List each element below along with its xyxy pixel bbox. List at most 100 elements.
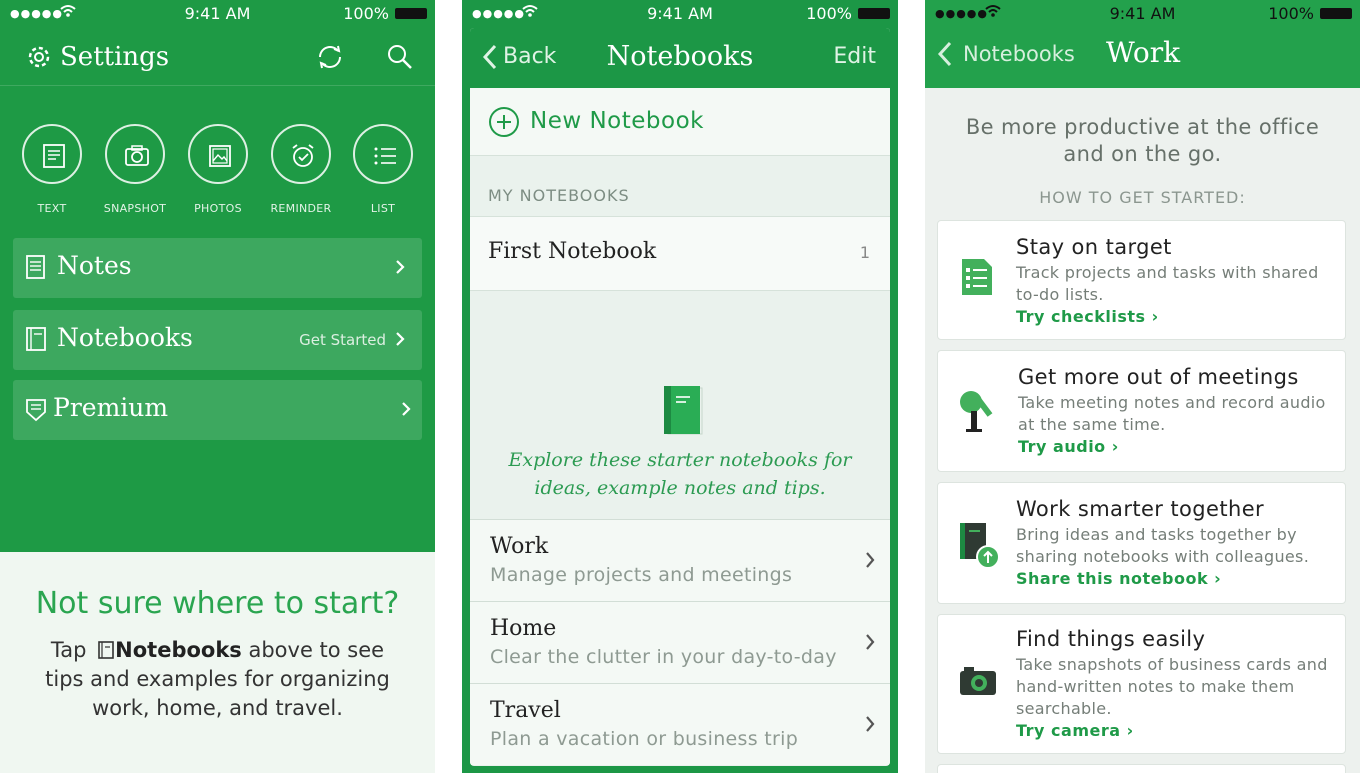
tip-card-partial [937,764,1346,773]
tip-card-audio: Get more out of meetings Take meeting no… [937,350,1346,472]
try-checklists-link[interactable]: Try checklists › [1016,307,1159,326]
quick-action-label: LIST [370,202,396,215]
camera-icon [105,124,165,184]
starter-notebook-work[interactable]: Work Manage projects and meetings [470,519,890,601]
starter-notebook-travel[interactable]: Travel Plan a vacation or business trip [470,683,890,765]
battery-percent: 100% [343,4,389,23]
tip-title: Get more out of meetings [1018,365,1299,389]
start-prompt: Not sure where to start? [35,586,400,621]
chevron-right-icon [396,332,405,346]
premium-icon [26,399,46,422]
menu-item-premium[interactable]: Premium [13,380,422,440]
chevron-right-icon [402,402,411,416]
note-icon [26,255,45,279]
quick-action-snapshot[interactable]: SNAPSHOT [104,124,166,215]
text-icon [22,124,82,184]
page-title: Work [1106,36,1181,69]
share-notebook-icon [960,523,1000,569]
starter-name: Work [490,534,549,559]
notebook-icon [26,327,46,351]
starter-desc: Clear the clutter in your day-to-day [490,646,837,668]
menu-label: Notebooks [57,323,193,352]
chevron-left-icon[interactable] [937,40,953,68]
section-header: HOW TO GET STARTED: [1039,188,1246,207]
quick-action-label: SNAPSHOT [103,202,167,215]
battery-icon [858,8,890,19]
menu-item-notebooks[interactable]: Notebooks Get Started [13,310,422,370]
quick-action-reminder[interactable]: REMINDER [270,124,332,215]
tip-desc: Take meeting notes and record audio at t… [1018,393,1326,434]
settings-title: Settings [60,42,170,72]
list-icon [353,124,413,184]
starter-name: Travel [490,698,561,723]
battery-percent: 100% [806,4,852,23]
get-started-label: Get Started [299,331,386,349]
notebook-icon [98,641,114,659]
new-notebook-label: New Notebook [530,108,704,134]
menu-item-notes[interactable]: Notes [13,238,422,298]
notebooks-screen: ●●●●● 9:41 AM 100% Back Notebooks Edit N… [462,0,898,773]
notebook-count: 1 [859,243,870,262]
notebooks-navbar: Back Notebooks Edit [470,28,890,88]
tip-desc: Take snapshots of business cards and han… [1016,655,1328,718]
intro-text: Be more productive at the office and on … [965,115,1320,166]
tip-card-share: Work smarter together Bring ideas and ta… [937,482,1346,604]
tip-title: Find things easily [1016,627,1206,651]
section-header: MY NOTEBOOKS [488,186,630,205]
notebooks-card: Back Notebooks Edit New Notebook MY NOTE… [470,28,890,766]
sync-icon[interactable] [316,43,344,71]
starter-desc: Plan a vacation or business trip [490,728,799,750]
chevron-right-icon [866,716,875,732]
quick-action-text[interactable]: TEXT [21,124,83,215]
work-screen: Notebooks Work ●●●●● 9:41 AM 100% Be mor… [925,0,1360,773]
edit-button[interactable]: Edit [833,44,876,69]
settings-topbar: Settings [0,30,435,86]
alarm-icon [271,124,331,184]
chevron-right-icon [866,552,875,568]
back-button[interactable]: Notebooks [963,42,1075,66]
gear-icon[interactable] [26,44,52,70]
explore-text: Explore these starter notebooks for idea… [508,449,852,499]
new-notebook-button[interactable]: New Notebook [470,88,890,156]
tip-desc: Bring ideas and tasks together by sharin… [1016,525,1310,566]
camera-icon [960,667,996,695]
notebook-name: First Notebook [488,239,657,264]
notebook-row[interactable]: First Notebook 1 [470,216,890,291]
notebook-icon [664,386,703,435]
search-icon[interactable] [386,43,414,71]
link-label: Share this notebook [1016,569,1209,588]
link-label: Try camera [1016,721,1121,740]
battery-icon [395,8,427,19]
share-notebook-link[interactable]: Share this notebook › [1016,569,1221,588]
link-label: Try audio [1018,437,1106,456]
add-circle-icon [489,107,519,137]
starter-desc: Manage projects and meetings [490,564,793,586]
microphone-icon [960,391,993,432]
page-title: Notebooks [606,41,754,72]
starter-notebook-home[interactable]: Home Clear the clutter in your day-to-da… [470,601,890,683]
status-bar: ●●●●● 9:41 AM 100% [925,0,1360,28]
tip-desc: Track projects and tasks with shared to-… [1016,263,1319,304]
settings-screen: ●●●●● 9:41 AM 100% Settings TEXT SNAPSHO… [0,0,435,773]
status-bar: ●●●●● 9:41 AM 100% [0,0,435,28]
quick-action-label: PHOTOS [194,202,242,215]
quick-action-label: TEXT [37,202,67,215]
quick-action-list[interactable]: LIST [352,124,414,215]
tip-title: Work smarter together [1016,497,1265,521]
start-tip: Tap Notebooks above to see tips and exam… [30,636,405,723]
tip-card-camera: Find things easily Take snapshots of bus… [937,614,1346,754]
tip-text: Tap [50,638,87,662]
try-camera-link[interactable]: Try camera › [1016,721,1134,740]
tip-card-checklists: Stay on target Track projects and tasks … [937,220,1346,340]
chevron-right-icon [396,260,405,274]
checklist-icon [962,259,992,295]
link-label: Try checklists [1016,307,1146,326]
try-audio-link[interactable]: Try audio › [1018,437,1119,456]
tip-title: Stay on target [1016,235,1172,259]
chevron-right-icon [866,634,875,650]
starter-name: Home [490,616,557,641]
photos-icon [188,124,248,184]
quick-action-photos[interactable]: PHOTOS [187,124,249,215]
status-bar: ●●●●● 9:41 AM 100% [462,0,898,28]
menu-label: Notes [57,251,132,280]
